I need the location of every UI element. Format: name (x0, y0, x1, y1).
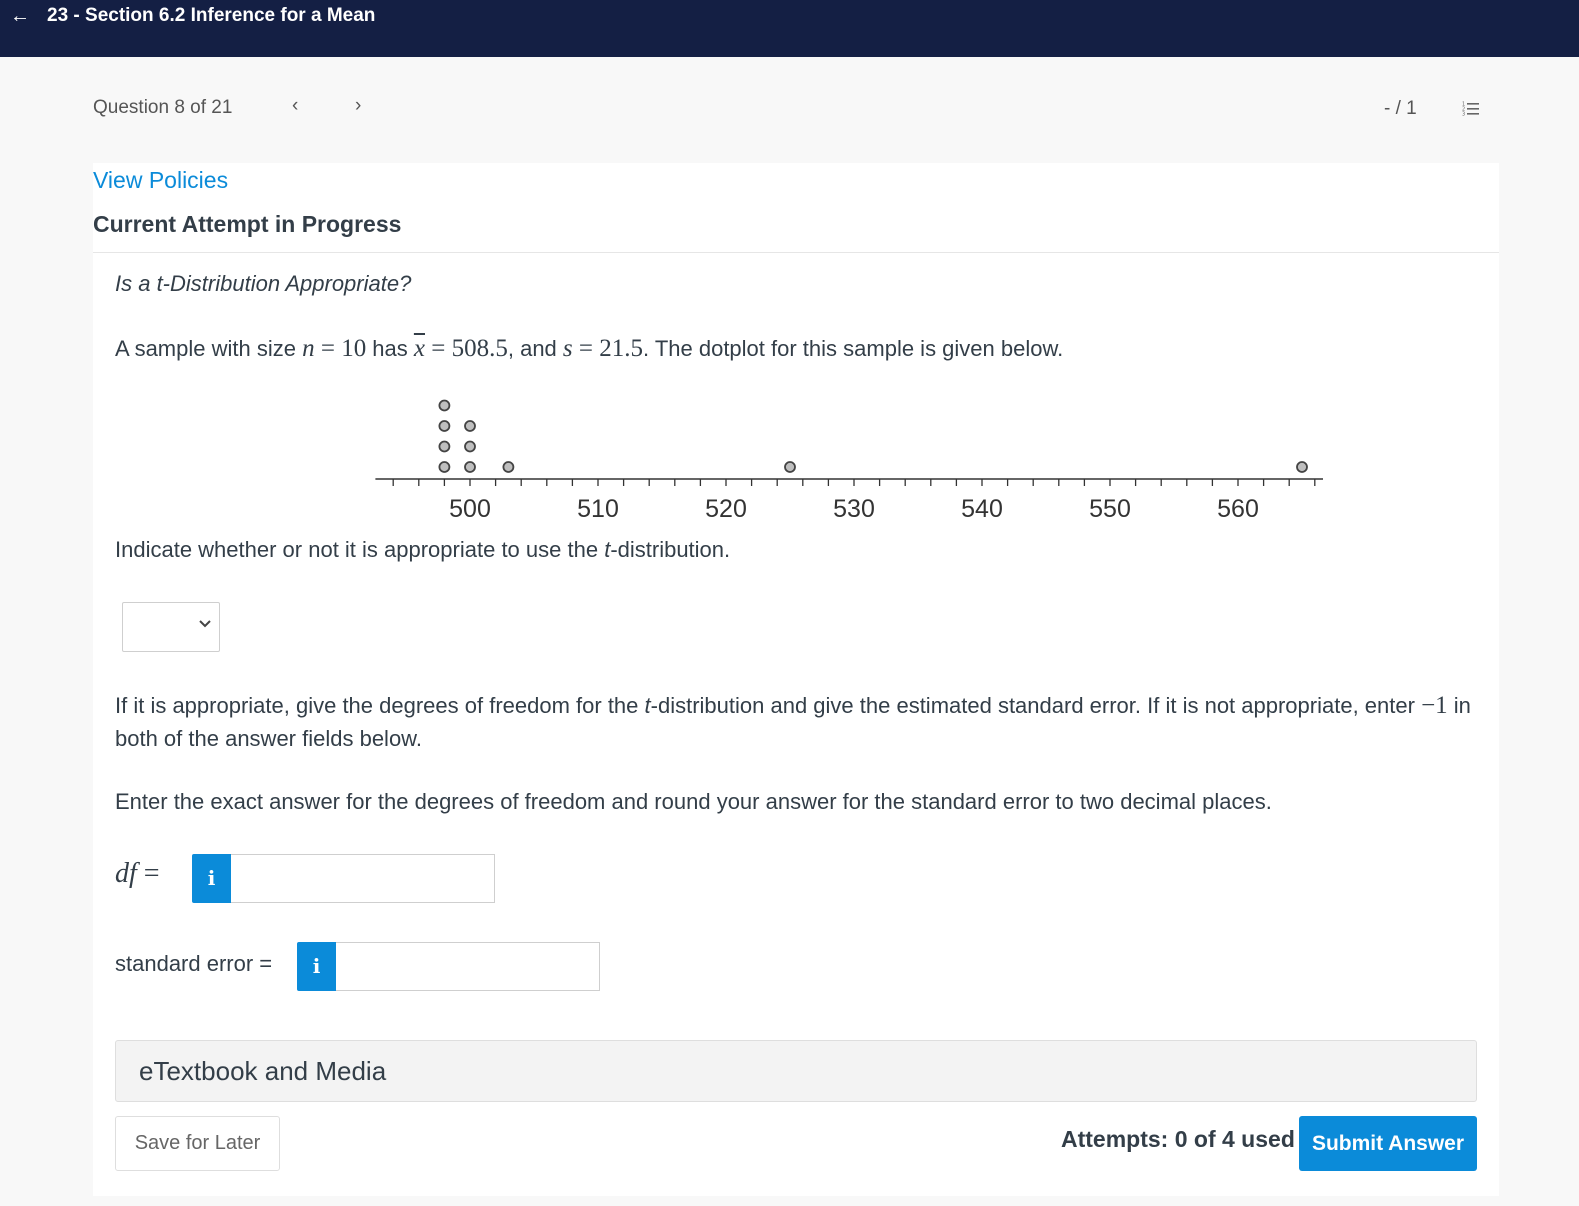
df-label: df = (115, 858, 160, 890)
n-value: 10 (341, 335, 367, 362)
data-dot (1296, 461, 1308, 473)
question-card: View Policies Current Attempt in Progres… (93, 163, 1499, 1196)
text-fragment: Indicate whether or not it is appropriat… (115, 537, 605, 562)
s-value: 21.5 (599, 335, 643, 362)
df-input[interactable] (231, 854, 495, 903)
text-fragment: A sample with size (115, 336, 303, 361)
x-tick-label: 540 (961, 495, 1003, 523)
data-dot (502, 461, 515, 473)
negative-one: −1 (1421, 692, 1448, 719)
x-tick-label: 560 (1217, 495, 1259, 523)
question-text: A sample with size n = 10 has x = 508.5,… (115, 335, 1063, 363)
xbar-value: 508.5 (451, 335, 508, 362)
symbol-s: s (562, 335, 573, 362)
instructions-paragraph: If it is appropriate, give the degrees o… (115, 689, 1475, 755)
etextbook-media-panel[interactable]: eTextbook and Media (115, 1040, 1477, 1102)
equals: = (572, 335, 600, 362)
text-fragment: , and (507, 336, 563, 361)
question-counter: Question 8 of 21 (93, 97, 233, 118)
data-dot (464, 420, 476, 432)
text-fragment: If it is appropriate, give the degrees o… (115, 693, 645, 718)
attempt-status-heading: Current Attempt in Progress (93, 211, 402, 237)
x-tick-label: 550 (1089, 495, 1131, 523)
assignment-title: 23 - Section 6.2 Inference for a Mean (47, 5, 376, 26)
chevron-left-icon[interactable]: ‹ (292, 95, 298, 117)
text-fragment: has (366, 336, 414, 361)
etextbook-label: eTextbook and Media (139, 1056, 387, 1086)
math-n: n = 10 (302, 335, 366, 362)
appropriate-dropdown[interactable] (122, 602, 220, 652)
standard-error-input[interactable] (336, 942, 600, 991)
submit-answer-button[interactable]: Submit Answer (1299, 1116, 1477, 1171)
x-tick-label: 500 (449, 495, 491, 523)
chevron-right-icon[interactable]: › (355, 95, 361, 117)
indicate-prompt: Indicate whether or not it is appropriat… (115, 537, 730, 563)
math-xbar: x = 508.5 (414, 335, 508, 362)
attempts-counter: Attempts: 0 of 4 used (1061, 1126, 1295, 1152)
df-info-button[interactable]: i (192, 854, 231, 903)
arrow-left-icon[interactable]: ← (10, 2, 30, 30)
divider (93, 252, 1499, 253)
dotplot-chart: 500510520530540550560570 (375, 399, 1323, 523)
symbol-xbar: x (413, 335, 425, 362)
symbol-n: n (302, 335, 315, 362)
data-dot (464, 461, 476, 473)
equals: = (425, 335, 452, 362)
equals: = (314, 335, 342, 362)
top-bar: ← 23 - Section 6.2 Inference for a Mean (0, 0, 1579, 57)
standard-error-info-button[interactable]: i (297, 942, 336, 991)
df-symbol: df (115, 858, 137, 889)
text-fragment: -distribution. (610, 537, 731, 562)
save-for-later-button[interactable]: Save for Later (115, 1116, 280, 1171)
chevron-down-icon (199, 620, 211, 628)
question-navigation: Question 8 of 21 ‹ › - / 1 1 2 3 (0, 57, 1579, 163)
text-fragment: . The dotplot for this sample is given b… (643, 336, 1064, 361)
question-title: Is a t-Distribution Appropriate? (115, 271, 412, 296)
text-fragment: -distribution and give the estimated sta… (650, 693, 1422, 718)
data-dot (438, 440, 451, 453)
view-policies-link[interactable]: View Policies (93, 167, 228, 194)
math-s: s = 21.5 (563, 335, 643, 362)
data-dot (464, 440, 476, 453)
rounding-instructions: Enter the exact answer for the degrees o… (115, 789, 1272, 814)
question-score: - / 1 (1384, 98, 1417, 119)
x-tick-label: 530 (833, 495, 875, 523)
svg-text:3: 3 (1462, 112, 1465, 118)
x-tick-label: 520 (705, 495, 747, 523)
data-dot (784, 461, 796, 473)
data-dot (438, 399, 451, 412)
x-tick-label: 510 (577, 495, 619, 523)
data-dot (438, 420, 451, 432)
standard-error-label: standard error = (115, 951, 273, 976)
numbered-list-icon[interactable]: 1 2 3 (1462, 101, 1480, 117)
equals: = (136, 858, 160, 889)
data-dot (438, 461, 451, 473)
